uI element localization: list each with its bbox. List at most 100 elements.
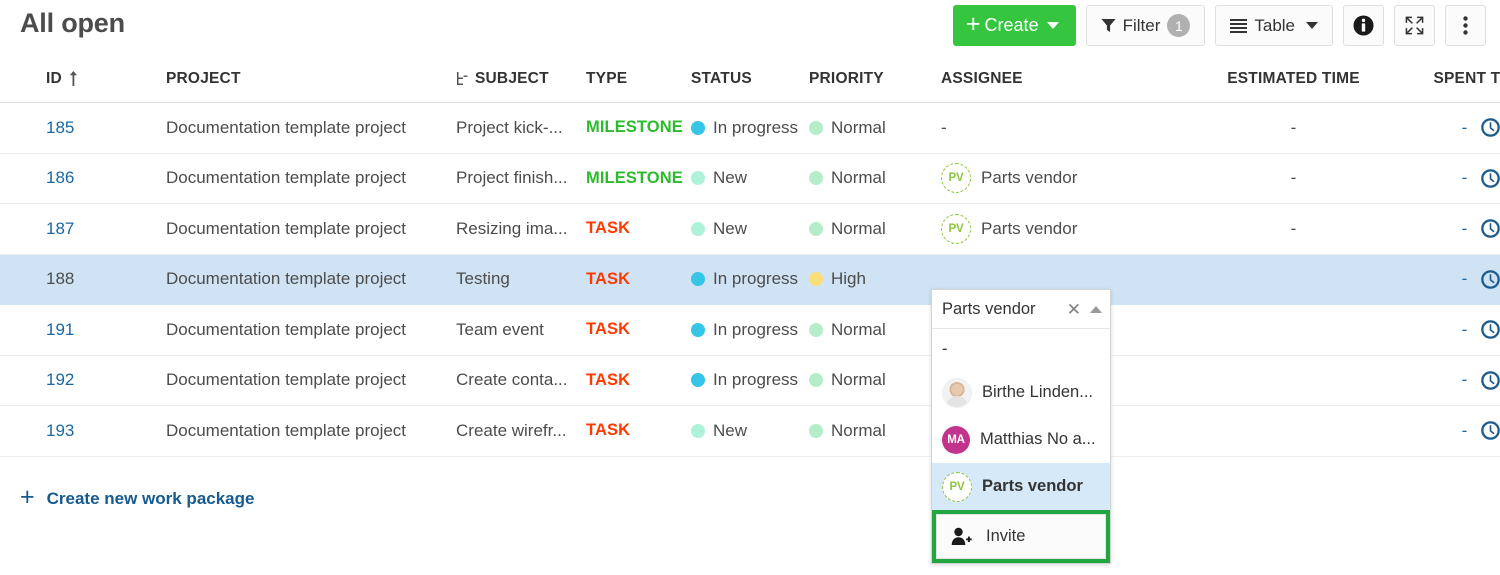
cell-status[interactable]: New — [691, 406, 809, 457]
cell-project[interactable]: Documentation template project — [166, 254, 456, 305]
log-time-icon[interactable] — [1481, 371, 1500, 390]
spent-time-value[interactable]: - — [1462, 320, 1468, 340]
cell-priority[interactable]: Normal — [809, 153, 941, 204]
spent-time-value[interactable]: - — [1462, 168, 1468, 188]
filter-button[interactable]: Filter 1 — [1086, 5, 1206, 46]
spent-time-value[interactable]: - — [1462, 421, 1468, 441]
cell-project[interactable]: Documentation template project — [166, 153, 456, 204]
cell-id[interactable]: 193 — [0, 406, 166, 457]
assignee-dropdown-input-row[interactable]: Parts vendor ✕ — [932, 290, 1110, 329]
cell-project[interactable]: Documentation template project — [166, 355, 456, 406]
cell-priority[interactable]: Normal — [809, 204, 941, 255]
work-package-id-link[interactable]: 191 — [0, 320, 166, 340]
spent-time-value[interactable]: - — [1462, 118, 1468, 138]
create-button[interactable]: + Create — [953, 5, 1076, 46]
work-package-id-link[interactable]: 185 — [0, 118, 166, 138]
spent-time-value[interactable]: - — [1462, 370, 1468, 390]
cell-spent-time[interactable]: - — [1416, 204, 1500, 255]
cell-priority[interactable]: Normal — [809, 103, 941, 154]
column-header-estimated-time[interactable]: ESTIMATED TIME — [1171, 52, 1416, 103]
cell-type[interactable]: TASK — [586, 355, 691, 406]
cell-type[interactable]: MILESTONE — [586, 153, 691, 204]
cell-status[interactable]: In progress — [691, 355, 809, 406]
cell-type[interactable]: TASK — [586, 305, 691, 356]
assignee-option[interactable]: PVParts vendor — [932, 463, 1110, 510]
cell-spent-time[interactable]: - — [1416, 103, 1500, 154]
cell-assignee[interactable]: PVParts vendor — [941, 153, 1171, 204]
cell-assignee[interactable]: - — [941, 103, 1171, 154]
spent-time-value[interactable]: - — [1462, 269, 1468, 289]
clear-icon[interactable]: ✕ — [1064, 301, 1084, 318]
cell-estimated-time[interactable]: - — [1171, 103, 1416, 154]
work-package-id-link[interactable]: 187 — [0, 219, 166, 239]
cell-spent-time[interactable]: - — [1416, 355, 1500, 406]
cell-id[interactable]: 187 — [0, 204, 166, 255]
cell-id[interactable]: 188 — [0, 254, 166, 305]
cell-assignee[interactable]: PVParts vendor — [941, 204, 1171, 255]
work-package-id-link[interactable]: 188 — [0, 269, 166, 289]
column-header-priority[interactable]: PRIORITY — [809, 52, 941, 103]
cell-estimated-time[interactable]: - — [1171, 153, 1416, 204]
table-row[interactable]: 188Documentation template projectTesting… — [0, 254, 1500, 305]
cell-subject[interactable]: Resizing ima... — [456, 204, 586, 255]
view-mode-button[interactable]: Table — [1215, 5, 1333, 46]
column-header-project[interactable]: PROJECT — [166, 52, 456, 103]
cell-type[interactable]: TASK — [586, 204, 691, 255]
cell-project[interactable]: Documentation template project — [166, 204, 456, 255]
table-row[interactable]: 187Documentation template projectResizin… — [0, 204, 1500, 255]
cell-status[interactable]: In progress — [691, 305, 809, 356]
table-row[interactable]: 185Documentation template projectProject… — [0, 103, 1500, 154]
create-new-work-package-button[interactable]: + Create new work package — [20, 487, 254, 510]
cell-id[interactable]: 192 — [0, 355, 166, 406]
column-header-type[interactable]: TYPE — [586, 52, 691, 103]
cell-subject[interactable]: Create conta... — [456, 355, 586, 406]
log-time-icon[interactable] — [1481, 421, 1500, 440]
column-header-status[interactable]: STATUS — [691, 52, 809, 103]
cell-subject[interactable]: Team event — [456, 305, 586, 356]
cell-priority[interactable]: Normal — [809, 305, 941, 356]
info-button[interactable] — [1343, 5, 1384, 46]
cell-status[interactable]: New — [691, 153, 809, 204]
cell-estimated-time[interactable] — [1171, 254, 1416, 305]
log-time-icon[interactable] — [1481, 169, 1500, 188]
assignee-option[interactable]: MAMatthias No a... — [932, 416, 1110, 463]
work-package-id-link[interactable]: 193 — [0, 421, 166, 441]
cell-id[interactable]: 191 — [0, 305, 166, 356]
cell-project[interactable]: Documentation template project — [166, 103, 456, 154]
column-header-assignee[interactable]: ASSIGNEE — [941, 52, 1171, 103]
cell-project[interactable]: Documentation template project — [166, 305, 456, 356]
column-header-id[interactable]: ID — [0, 52, 166, 103]
cell-priority[interactable]: Normal — [809, 406, 941, 457]
work-package-id-link[interactable]: 192 — [0, 370, 166, 390]
column-header-subject[interactable]: SUBJECT — [456, 52, 586, 103]
cell-type[interactable]: MILESTONE — [586, 103, 691, 154]
cell-spent-time[interactable]: - — [1416, 254, 1500, 305]
cell-type[interactable]: TASK — [586, 254, 691, 305]
chevron-up-icon[interactable] — [1090, 306, 1102, 313]
table-row[interactable]: 192Documentation template projectCreate … — [0, 355, 1500, 406]
assignee-dropdown[interactable]: Parts vendor ✕ -Birthe Linden...MAMatthi… — [931, 289, 1111, 564]
cell-type[interactable]: TASK — [586, 406, 691, 457]
assignee-option[interactable]: - — [932, 329, 1110, 369]
cell-status[interactable]: In progress — [691, 254, 809, 305]
log-time-icon[interactable] — [1481, 320, 1500, 339]
cell-project[interactable]: Documentation template project — [166, 406, 456, 457]
cell-subject[interactable]: Project kick-... — [456, 103, 586, 154]
cell-id[interactable]: 185 — [0, 103, 166, 154]
cell-estimated-time[interactable] — [1171, 355, 1416, 406]
log-time-icon[interactable] — [1481, 118, 1500, 137]
cell-estimated-time[interactable] — [1171, 305, 1416, 356]
cell-estimated-time[interactable] — [1171, 406, 1416, 457]
cell-id[interactable]: 186 — [0, 153, 166, 204]
cell-status[interactable]: New — [691, 204, 809, 255]
table-row[interactable]: 186Documentation template projectProject… — [0, 153, 1500, 204]
fullscreen-button[interactable] — [1394, 5, 1435, 46]
log-time-icon[interactable] — [1481, 270, 1500, 289]
table-row[interactable]: 191Documentation template projectTeam ev… — [0, 305, 1500, 356]
column-header-spent-time[interactable]: SPENT TIME — [1416, 52, 1500, 103]
cell-subject[interactable]: Testing — [456, 254, 586, 305]
cell-spent-time[interactable]: - — [1416, 153, 1500, 204]
assignee-option[interactable]: Birthe Linden... — [932, 369, 1110, 416]
spent-time-value[interactable]: - — [1462, 219, 1468, 239]
work-package-id-link[interactable]: 186 — [0, 168, 166, 188]
